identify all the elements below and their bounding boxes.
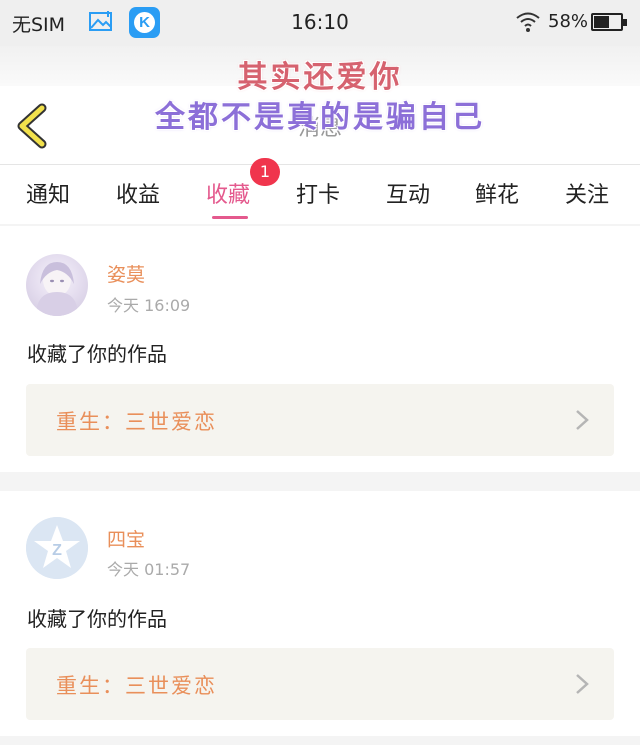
avatar[interactable]: Z	[26, 517, 88, 579]
list-item: 姿莫 今天 16:09 收藏了你的作品 重生：三世爱恋	[0, 226, 640, 472]
tab-badge: 1	[250, 158, 280, 186]
list-item: Z 四宝 今天 01:57 收藏了你的作品 重生：三世爱恋	[0, 491, 640, 736]
divider	[0, 472, 640, 491]
work-link[interactable]: 重生：三世爱恋	[26, 384, 614, 456]
clock: 16:10	[291, 10, 349, 34]
tab-earnings[interactable]: 收益	[116, 177, 160, 209]
avatar[interactable]	[26, 254, 88, 316]
username[interactable]: 四宝	[107, 525, 145, 552]
battery-icon	[591, 13, 627, 31]
action-text: 收藏了你的作品	[27, 342, 167, 366]
tab-notifications[interactable]: 通知	[26, 177, 70, 209]
overlay-caption-2: 全都不是真的是骗自己	[155, 100, 485, 135]
chevron-right-icon	[576, 410, 589, 430]
svg-text:Z: Z	[52, 542, 62, 559]
status-bar: 无SIM K 16:10 58%	[0, 0, 640, 46]
chevron-right-icon	[576, 674, 589, 694]
work-link[interactable]: 重生：三世爱恋	[26, 648, 614, 720]
tab-favorites[interactable]: 收藏	[206, 177, 250, 209]
tab-interactions[interactable]: 互动	[386, 177, 430, 209]
work-title: 重生：三世爱恋	[56, 674, 217, 698]
timestamp: 今天 01:57	[107, 560, 191, 579]
nav-header: 消息 其实还爱你 全都不是真的是骗自己	[0, 46, 640, 165]
tab-follows[interactable]: 关注	[565, 177, 609, 209]
active-tab-indicator	[212, 216, 248, 219]
tab-bar: 通知 收益 收藏 打卡 互动 鲜花 关注	[0, 166, 640, 224]
timestamp: 今天 16:09	[107, 296, 191, 315]
work-title: 重生：三世爱恋	[56, 410, 217, 434]
tab-checkin[interactable]: 打卡	[296, 177, 340, 209]
overlay-caption-1: 其实还爱你	[237, 60, 403, 95]
divider	[0, 736, 640, 745]
battery-percent: 58%	[548, 11, 589, 32]
tab-flowers[interactable]: 鲜花	[475, 177, 519, 209]
action-text: 收藏了你的作品	[27, 607, 167, 631]
wifi-icon	[516, 12, 540, 32]
username[interactable]: 姿莫	[107, 260, 145, 287]
